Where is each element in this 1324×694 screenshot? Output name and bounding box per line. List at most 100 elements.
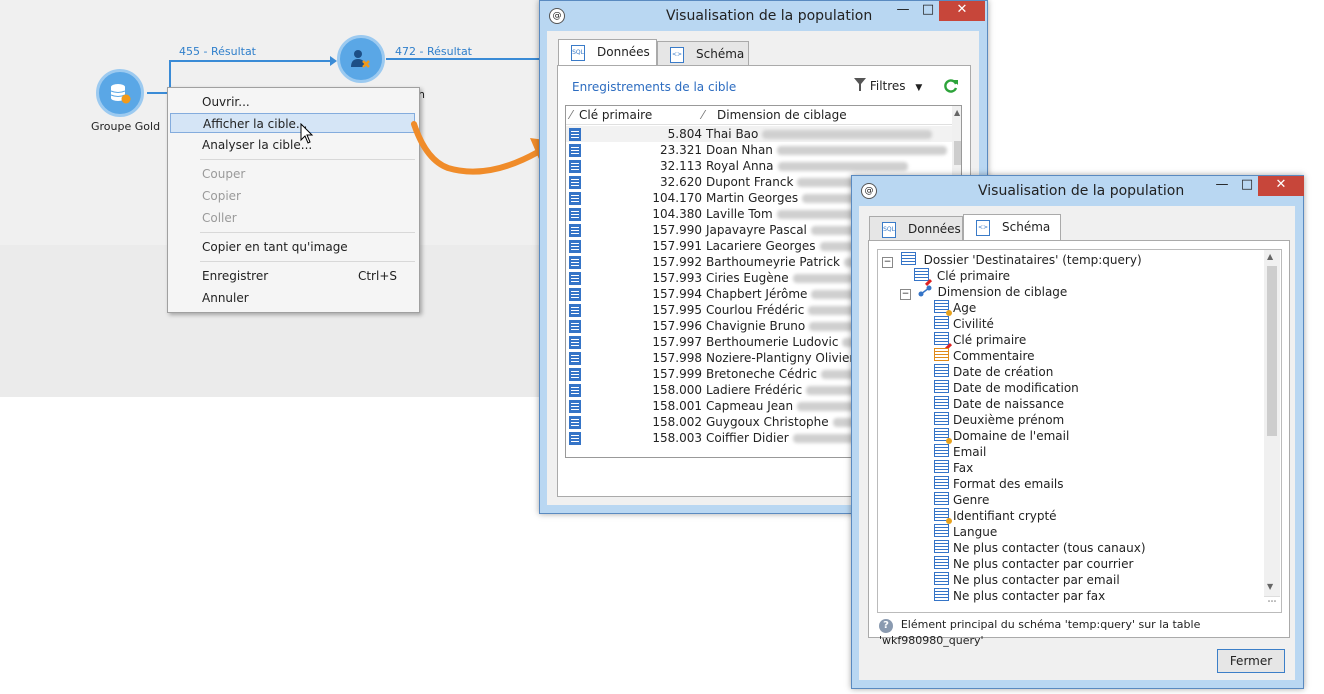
tree-item-field[interactable]: Domaine de l'email — [934, 428, 1069, 444]
maximize-button[interactable]: □ — [917, 1, 939, 21]
record-icon — [569, 256, 581, 269]
scroll-down-icon[interactable]: ▼ — [1267, 582, 1273, 591]
tree-item-field[interactable]: Email — [934, 444, 986, 460]
cell-key: 157.990 — [652, 223, 702, 237]
field-icon — [934, 476, 949, 489]
tree-item-field[interactable]: Ne plus contacter (tous canaux) — [934, 540, 1146, 556]
tab-data-label: Données — [908, 222, 961, 236]
tree-item-label: Ne plus contacter (tous canaux) — [953, 541, 1146, 555]
tree-item-label: Email — [953, 445, 987, 459]
tree-item-field[interactable]: Langue — [934, 524, 997, 540]
cell-name: Guygoux Christophe — [706, 415, 829, 429]
tree-item-field[interactable]: Civilité — [934, 316, 994, 332]
scroll-thumb[interactable] — [954, 141, 961, 165]
more-icon[interactable]: ⋯ — [1264, 596, 1280, 612]
window-titlebar[interactable]: @ Visualisation de la population — □ ✕ — [852, 176, 1304, 206]
table-row[interactable]: 23.321 Doan Nhan — [566, 142, 952, 158]
close-button[interactable]: ✕ — [939, 1, 985, 21]
refresh-icon[interactable] — [943, 78, 959, 94]
menu-item-copy-as-image[interactable]: Copier en tant qu'image — [170, 237, 415, 257]
tree-item-field[interactable]: Age — [934, 300, 976, 316]
tab-schema[interactable]: <> Schéma — [963, 214, 1061, 240]
key-field-icon — [914, 268, 929, 281]
tab-schema[interactable]: <> Schéma — [657, 41, 749, 65]
column-header-dimension[interactable]: Dimension de ciblage — [717, 106, 847, 124]
arrow-head-icon — [330, 56, 337, 66]
tree-item-label: Genre — [953, 493, 990, 507]
schema-tree[interactable]: − Dossier 'Destinataires' (temp:query) C… — [877, 249, 1282, 613]
close-button[interactable]: ✕ — [1258, 176, 1304, 196]
tree-item-field[interactable]: Ne plus contacter par courrier — [934, 556, 1133, 572]
tree-item-dimension[interactable]: − Dimension de ciblage — [900, 284, 1067, 300]
maximize-button[interactable]: □ — [1236, 176, 1258, 196]
workflow-link-2[interactable] — [386, 58, 540, 60]
minimize-button[interactable]: — — [889, 1, 917, 21]
tab-schema-label: Schéma — [1002, 220, 1051, 234]
tree-item-label: Fax — [953, 461, 974, 475]
cell-key: 157.995 — [652, 303, 702, 317]
cell-name: Chapbert Jérôme — [706, 287, 808, 301]
tree-item-field[interactable]: Date de modification — [934, 380, 1079, 396]
tab-data-label: Données — [597, 45, 650, 59]
field-icon — [934, 556, 949, 569]
field-icon — [934, 444, 949, 457]
menu-item-analyze-target[interactable]: Analyser la cible... — [170, 135, 415, 155]
window-titlebar[interactable]: @ Visualisation de la population — □ ✕ — [540, 1, 987, 31]
tree-item-label: Identifiant crypté — [953, 509, 1057, 523]
menu-item-save[interactable]: Enregistrer Ctrl+S — [170, 266, 415, 286]
tree-item-field[interactable]: Fax — [934, 460, 973, 476]
tree-item-field[interactable]: Date de création — [934, 364, 1053, 380]
field-icon — [934, 572, 949, 585]
scroll-up-icon[interactable]: ▲ — [954, 108, 960, 117]
tree-item-field[interactable]: Genre — [934, 492, 989, 508]
minimize-button[interactable]: — — [1208, 176, 1236, 196]
tree-root[interactable]: − Dossier 'Destinataires' (temp:query) — [882, 252, 1142, 268]
collapse-icon[interactable]: − — [882, 257, 893, 268]
menu-item-cancel[interactable]: Annuler — [170, 288, 415, 308]
cell-dimension: Thai Bao — [706, 126, 933, 142]
menu-item-show-target[interactable]: Afficher la cible... — [170, 113, 415, 133]
tree-item-primary-key[interactable]: Clé primaire — [914, 268, 1010, 284]
tree-item-label: Format des emails — [953, 477, 1064, 491]
schema-icon: <> — [976, 220, 990, 236]
tree-item-field[interactable]: Date de naissance — [934, 396, 1064, 412]
tab-data[interactable]: SQL Données — [869, 216, 963, 240]
cell-dimension: Martin Georges — [706, 190, 873, 206]
tree-item-field[interactable]: Ne plus contacter par fax — [934, 588, 1105, 604]
menu-item-cut[interactable]: Couper — [170, 164, 415, 184]
cell-name: Dupont Franck — [706, 175, 794, 189]
population-window-schema[interactable]: @ Visualisation de la population — □ ✕ S… — [851, 175, 1304, 689]
tree-item-field[interactable]: Ne plus contacter par email — [934, 572, 1120, 588]
record-icon — [569, 128, 581, 141]
column-header-key[interactable]: Clé primaire — [579, 106, 652, 124]
cell-key: 104.170 — [652, 191, 702, 205]
menu-item-paste[interactable]: Coller — [170, 208, 415, 228]
tree-item-field[interactable]: Identifiant crypté — [934, 508, 1057, 524]
close-dialog-button[interactable]: Fermer — [1217, 649, 1285, 673]
cell-name: Thai Bao — [706, 127, 759, 141]
cell-name: Japavayre Pascal — [706, 223, 807, 237]
tab-data[interactable]: SQL Données — [558, 39, 657, 65]
menu-item-open[interactable]: Ouvrir... — [170, 92, 415, 112]
collapse-icon[interactable]: − — [900, 289, 911, 300]
menu-item-copy[interactable]: Copier — [170, 186, 415, 206]
table-row[interactable]: 5.804 Thai Bao — [566, 126, 952, 142]
tree-scrollbar[interactable]: ▲ ▼ — [1264, 250, 1280, 596]
cell-key: 23.321 — [660, 143, 702, 157]
tree-item-field[interactable]: Clé primaire — [934, 332, 1026, 348]
query-node[interactable] — [96, 69, 144, 117]
record-icon — [569, 352, 581, 365]
app-icon: @ — [549, 8, 565, 24]
filters-button[interactable]: Filtres ▼ — [854, 78, 922, 93]
tree-item-field[interactable]: Commentaire — [934, 348, 1035, 364]
workflow-link-1[interactable] — [169, 60, 333, 62]
redacted-email — [762, 130, 933, 139]
split-node[interactable] — [337, 35, 385, 83]
tree-item-field[interactable]: Format des emails — [934, 476, 1064, 492]
scroll-up-icon[interactable]: ▲ — [1267, 252, 1273, 261]
scroll-thumb[interactable] — [1267, 266, 1277, 436]
table-row[interactable]: 32.113 Royal Anna — [566, 158, 952, 174]
record-icon — [569, 240, 581, 253]
tree-item-field[interactable]: Deuxième prénom — [934, 412, 1064, 428]
cell-dimension: Bretoneche Cédric — [706, 366, 861, 382]
